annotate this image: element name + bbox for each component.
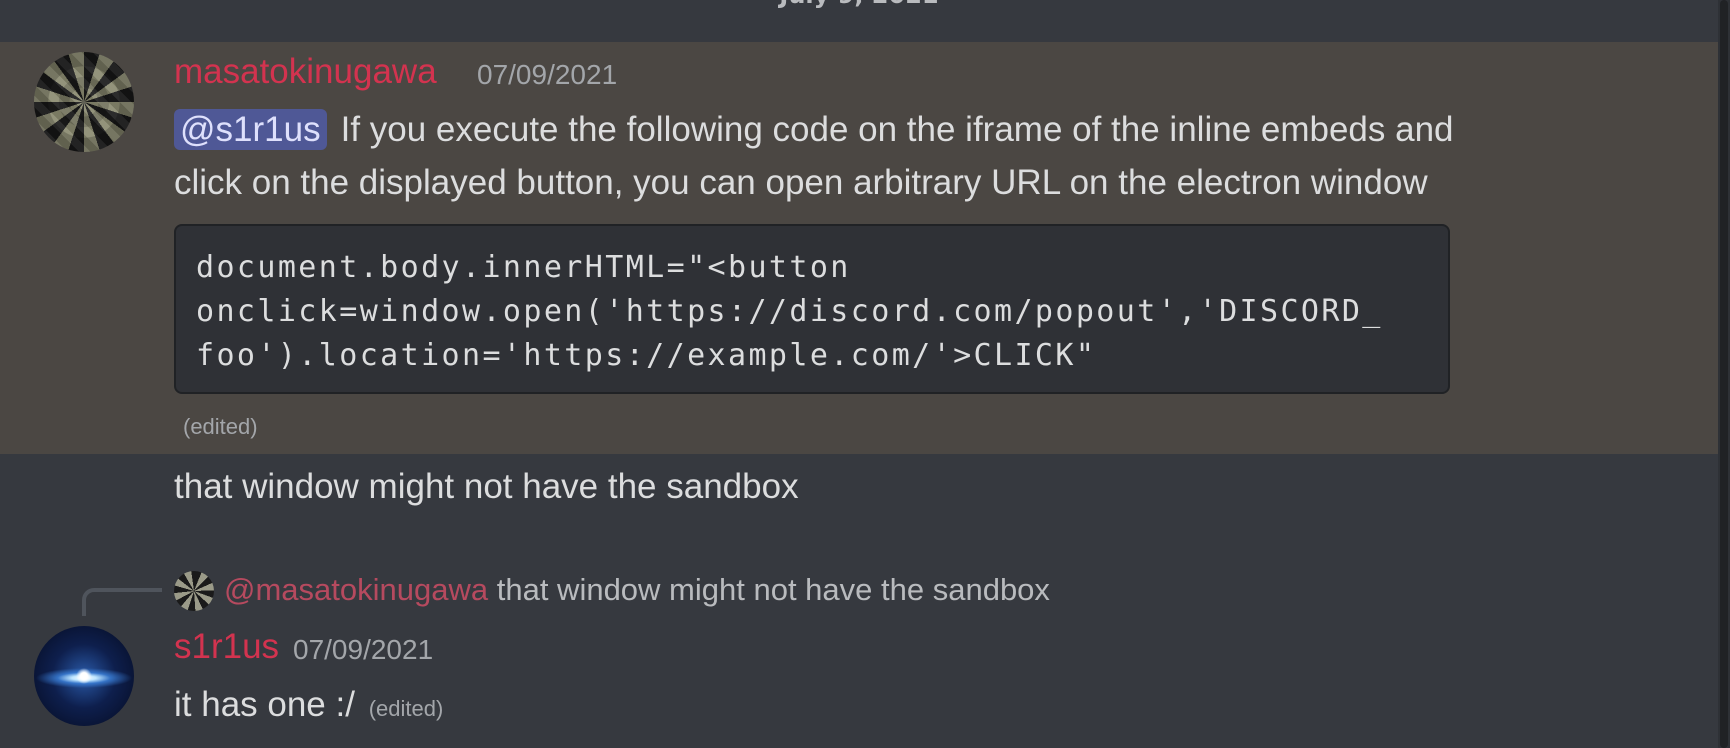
message-text-line: click on the displayed button, you can o… [174,163,1428,202]
timestamp: 07/09/2021 [477,59,618,90]
reply-avatar[interactable] [174,571,214,611]
scrollbar-thumb[interactable] [1720,0,1728,748]
avatar-masatokinugawa[interactable] [34,52,134,152]
avatar-galaxy-core [76,668,92,684]
chat-messages-pane: July 9, 2021 masatokinugawa 07/09/2021 @… [0,0,1730,748]
edited-label: (edited) [183,414,258,439]
message-text-line: @s1r1us If you execute the following code… [174,103,1454,157]
code-line: foo').location='https://example.com/'>CL… [196,338,1097,373]
username[interactable]: masatokinugawa [174,52,437,92]
reply-reference[interactable]: @masatokinugawa that window might not ha… [224,568,1050,612]
message-text: If you execute the following code on the… [340,110,1454,149]
reply-preview-text: that window might not have the sandbox [496,572,1050,607]
user-mention[interactable]: @s1r1us [174,109,327,150]
message-text: that window might not have the sandbox [174,467,799,506]
code-line: document.body.innerHTML="<button [196,250,851,285]
username[interactable]: s1r1us [174,627,279,667]
scrollbar-track[interactable] [1718,0,1730,748]
message-text-line: it has one :/ (edited) [174,678,443,732]
message-text: it has one :/ [174,685,355,724]
avatar-s1r1us[interactable] [34,626,134,726]
reply-spine [82,588,162,616]
code-block: document.body.innerHTML="<button onclick… [174,224,1450,394]
code-line: onclick=window.open('https://discord.com… [196,294,1383,329]
edited-label: (edited) [368,696,444,721]
reply-mention[interactable]: @masatokinugawa [224,572,488,607]
date-divider: July 9, 2021 [0,0,1718,12]
avatar-pattern [34,52,134,152]
timestamp: 07/09/2021 [293,634,434,665]
